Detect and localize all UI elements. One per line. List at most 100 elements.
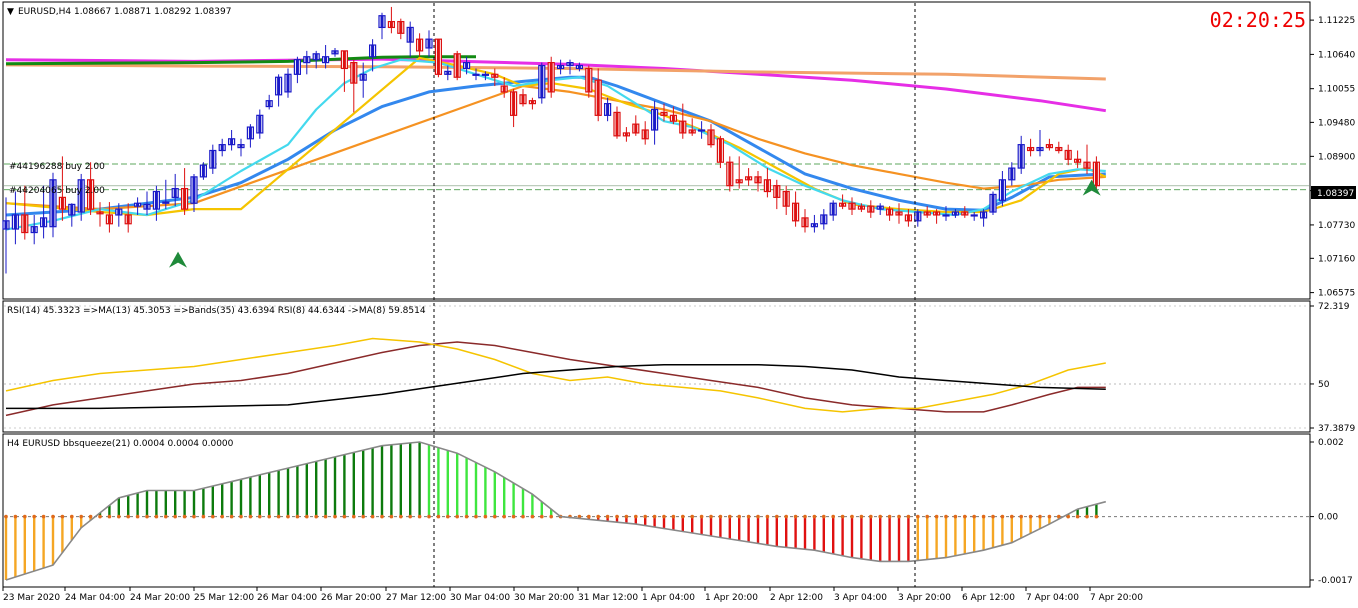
chart-title: EURUSD,H4 1.08667 1.08871 1.08292 1.0839…: [18, 7, 231, 17]
time-tick-label: 24 Mar 04:00: [65, 593, 125, 603]
squeeze-dot: [615, 514, 619, 519]
squeeze-dot: [737, 514, 741, 519]
candle-fill: [1047, 144, 1051, 148]
candle-fill: [812, 223, 816, 227]
squeeze-dot: [709, 514, 713, 519]
squeeze-dot: [831, 514, 835, 519]
candle: [989, 191, 997, 215]
time-tick-label: 23 Mar 2020: [3, 593, 60, 603]
candle: [453, 50, 461, 81]
squeeze-dot: [953, 514, 958, 519]
candle-fill: [991, 194, 995, 213]
squeeze-legend: H4 EURUSD bbsqueeze(21) 0.0004 0.0004 0.…: [7, 439, 234, 449]
squeeze-dot: [98, 514, 102, 519]
price-tick-label: 1.11225: [1318, 16, 1355, 26]
rsi-tick-label: 50: [1318, 380, 1330, 390]
order-label-2[interactable]: #44204065 buy 2.00: [9, 186, 105, 196]
candle-fill: [888, 209, 892, 215]
candle: [547, 56, 555, 98]
squeeze-dot: [756, 514, 760, 519]
candle-fill: [1038, 147, 1042, 151]
candle-fill: [446, 71, 450, 75]
squeeze-dot: [991, 514, 995, 519]
squeeze-dot: [154, 514, 159, 519]
price-tick-label: 1.10640: [1318, 50, 1355, 60]
squeeze-dot: [925, 514, 929, 519]
squeeze-dot: [699, 514, 704, 519]
time-tick-label: 7 Apr 04:00: [1026, 593, 1079, 603]
candle-fill: [136, 203, 140, 207]
candle-fill: [474, 74, 478, 76]
candle-fill: [681, 121, 685, 133]
candle: [434, 38, 442, 78]
candle-fill: [352, 62, 356, 84]
time-tick-label: 26 Mar 20:00: [321, 593, 381, 603]
time-tick-label: 3 Apr 20:00: [898, 593, 951, 603]
collapse-arrow-icon[interactable]: ▼: [7, 7, 14, 17]
squeeze-dot: [1019, 514, 1023, 519]
squeeze-dot: [521, 514, 525, 519]
squeeze-dot: [944, 514, 948, 519]
candle-fill: [258, 115, 262, 133]
candle-fill: [465, 62, 469, 69]
order-label-1[interactable]: #44196288 buy 2.00: [9, 162, 105, 172]
candle-fill: [1029, 147, 1033, 151]
squeeze-dot: [972, 514, 976, 519]
candle-fill: [493, 74, 497, 78]
squeeze-dot: [822, 514, 826, 519]
squeeze-dot: [267, 514, 272, 519]
candle-fill: [248, 127, 252, 139]
time-tick-label: 6 Apr 12:00: [962, 593, 1015, 603]
candle-fill: [577, 65, 581, 69]
squeeze-dot: [587, 514, 591, 519]
squeeze-dot: [624, 514, 629, 519]
candle-fill: [653, 109, 657, 130]
squeeze-dot: [305, 514, 309, 519]
squeeze-dot: [342, 514, 347, 519]
candle-fill: [239, 144, 243, 148]
candle-fill: [154, 191, 158, 210]
candle: [726, 156, 734, 192]
candle-fill: [925, 212, 929, 215]
squeeze-dot: [1075, 514, 1080, 519]
candle-fill: [530, 100, 534, 104]
candle-fill: [333, 50, 337, 54]
candle-fill: [549, 62, 553, 92]
current-price-value: 1.08397: [1317, 189, 1354, 199]
squeeze-dot: [248, 514, 253, 519]
squeeze-dot: [23, 514, 27, 519]
rsi-tick-label: 37.3879: [1318, 424, 1355, 434]
candle-fill: [850, 203, 854, 210]
squeeze-dot: [765, 514, 770, 519]
squeeze-dot: [239, 514, 243, 519]
candle-fill: [107, 214, 111, 224]
squeeze-dot: [474, 514, 478, 519]
rsi-tick-label: 72.319: [1318, 302, 1350, 312]
candle-fill: [314, 53, 318, 60]
candle-fill: [718, 138, 722, 163]
rsi-legend: RSI(14) 45.3323 =>MA(13) 45.3053 =>Bands…: [7, 306, 426, 316]
squeeze-dot: [276, 514, 281, 519]
price-tick-label: 1.10055: [1318, 85, 1355, 95]
candle-fill: [1019, 144, 1023, 169]
squeeze-dot: [4, 514, 8, 519]
candle-fill: [1000, 179, 1004, 201]
candle-fill: [615, 112, 619, 136]
candle-fill: [295, 59, 299, 75]
squeeze-dot: [13, 514, 18, 519]
candle-fill: [164, 202, 168, 204]
candle-fill: [70, 204, 74, 215]
squeeze-dot: [878, 514, 882, 519]
squeeze-dot: [389, 514, 394, 519]
squeeze-dot: [934, 514, 939, 519]
candle-fill: [728, 162, 732, 186]
squeeze-dot: [70, 514, 74, 519]
squeeze-tick-label: 0.002: [1318, 438, 1344, 448]
time-tick-label: 25 Mar 12:00: [194, 593, 254, 603]
candle-fill: [643, 129, 647, 139]
candle-fill: [972, 214, 976, 216]
candle-fill: [841, 203, 845, 207]
candle-fill: [1085, 162, 1089, 169]
terminal-chart[interactable]: ▼ EURUSD,H4 1.08667 1.08871 1.08292 1.08…: [0, 0, 1358, 608]
candle-fill: [794, 203, 798, 221]
